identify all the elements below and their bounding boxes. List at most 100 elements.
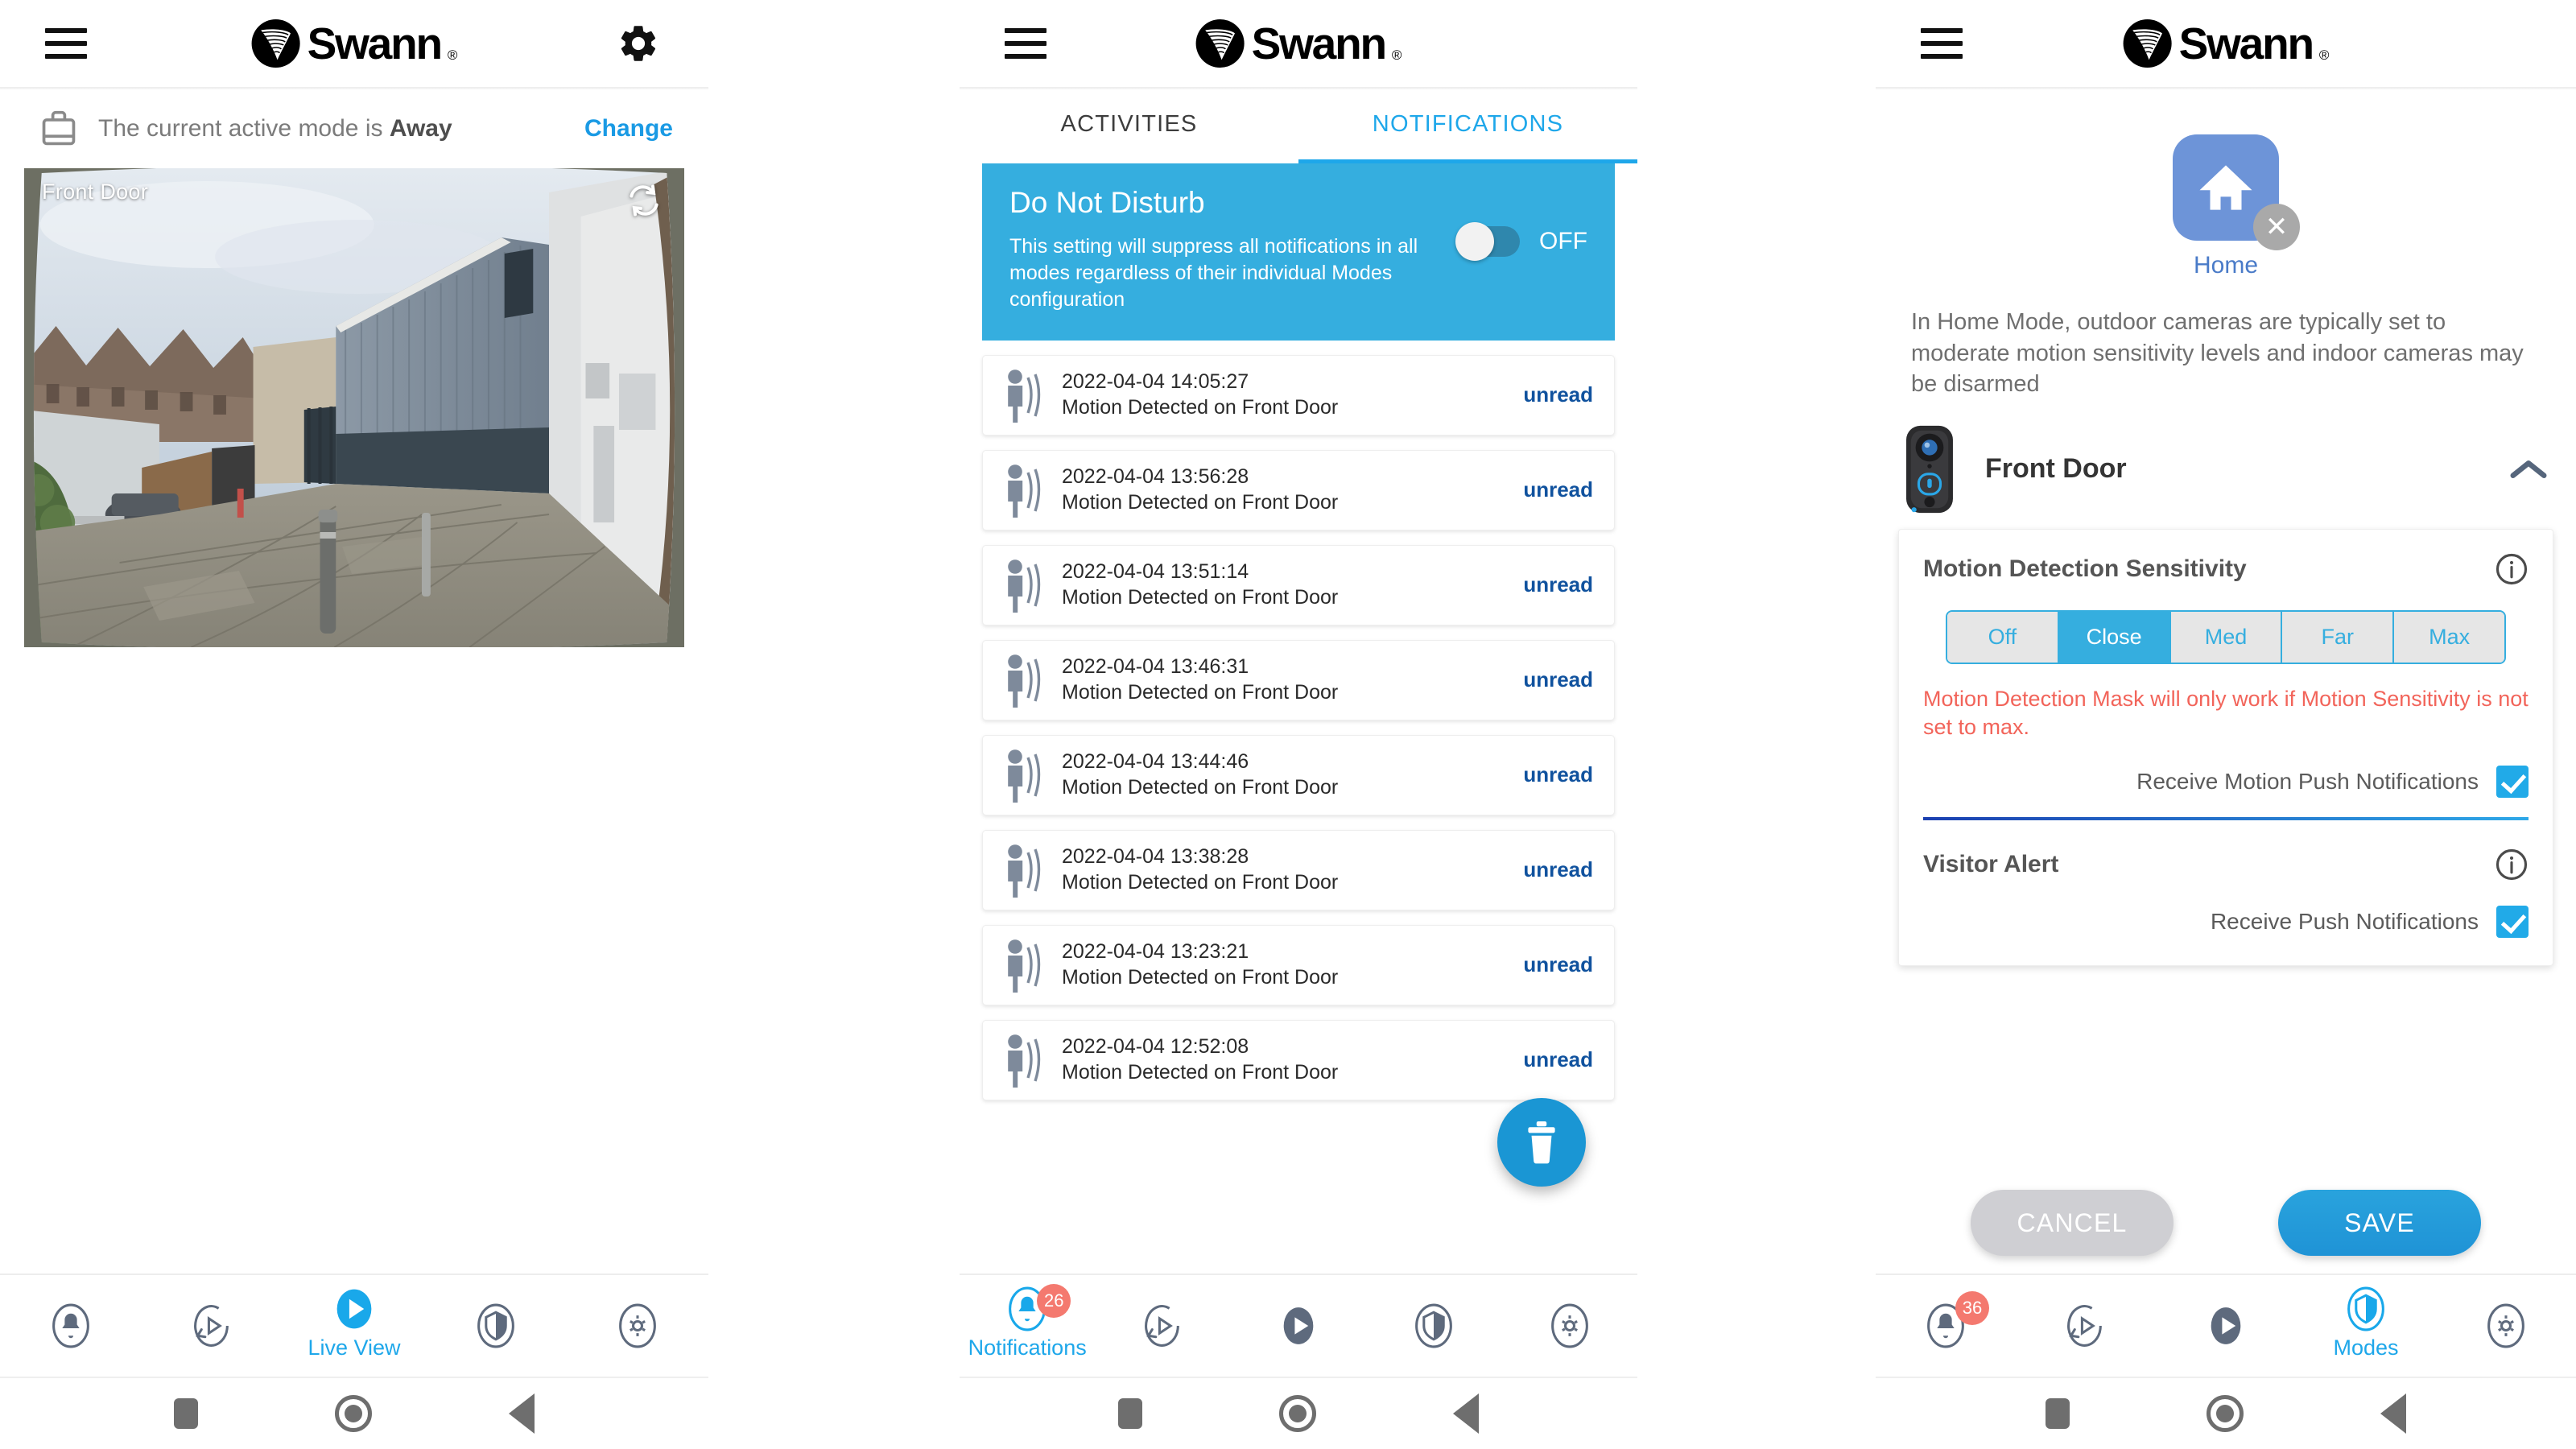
notification-status[interactable]: unread (1523, 572, 1593, 597)
motion-section-header: Motion Detection Sensitivity (1923, 552, 2529, 586)
nav-notifications[interactable] (0, 1275, 142, 1377)
notification-row[interactable]: 2022-04-04 13:56:28 Motion Detected on F… (982, 449, 1615, 530)
motion-person-icon (1008, 749, 1041, 803)
nav-playback[interactable] (2016, 1275, 2156, 1377)
nav-notifications[interactable]: 26 Notifications (960, 1275, 1095, 1377)
motion-push-label: Receive Motion Push Notifications (2136, 768, 2479, 794)
notification-row[interactable]: 2022-04-04 12:52:08 Motion Detected on F… (982, 1019, 1615, 1100)
visitor-push-row[interactable]: Receive Push Notifications (1923, 905, 2529, 938)
notification-status[interactable]: unread (1523, 762, 1593, 787)
phone-screen-notifications: Swann ® ACTIVITIES NOTIFICATIONS Do Not … (960, 0, 1637, 1449)
hamburger-icon[interactable] (1921, 28, 1963, 59)
hamburger-icon[interactable] (45, 28, 87, 59)
motion-push-checkbox[interactable] (2496, 765, 2529, 798)
home-button[interactable] (2207, 1395, 2244, 1432)
device-header[interactable]: Front Door (1876, 400, 2576, 522)
notification-time: 2022-04-04 12:52:08 (1062, 1035, 1249, 1059)
doorbell-camera-icon (1906, 425, 1953, 513)
visitor-section-title: Visitor Alert (1923, 850, 2059, 877)
phone-screen-mode-settings: Swann ® ✕ Home In Home Mode, outdoor cam… (1876, 0, 2576, 1449)
nav-modes[interactable] (1366, 1275, 1501, 1377)
notification-row[interactable]: 2022-04-04 13:44:46 Motion Detected on F… (982, 734, 1615, 815)
notification-text: 2022-04-04 13:51:14 Motion Detected on F… (1062, 559, 1510, 611)
notification-status[interactable]: unread (1523, 667, 1593, 692)
notification-text: 2022-04-04 13:56:28 Motion Detected on F… (1062, 464, 1510, 516)
notification-row[interactable]: 2022-04-04 13:38:28 Motion Detected on F… (982, 829, 1615, 910)
nav-playback[interactable] (142, 1275, 283, 1377)
chevron-up-icon[interactable] (2508, 456, 2549, 482)
nav-modes[interactable] (425, 1275, 567, 1377)
nav-live-view[interactable] (1231, 1275, 1366, 1377)
sensitivity-option-far[interactable]: Far (2282, 611, 2395, 663)
sensitivity-option-max[interactable]: Max (2394, 611, 2504, 663)
home-button[interactable] (1279, 1395, 1316, 1432)
notification-text: 2022-04-04 13:46:31 Motion Detected on F… (1062, 654, 1510, 706)
gear-icon[interactable] (617, 22, 660, 65)
notification-message: Motion Detected on Front Door (1062, 491, 1339, 514)
recents-button[interactable] (174, 1398, 198, 1429)
sensitivity-option-off[interactable]: Off (1947, 611, 2059, 663)
active-mode-text: The current active mode is Away (98, 115, 584, 142)
nav-live-view[interactable] (2156, 1275, 2296, 1377)
nav-settings[interactable] (1502, 1275, 1637, 1377)
notification-text: 2022-04-04 13:23:21 Motion Detected on F… (1062, 939, 1510, 991)
sensitivity-option-med[interactable]: Med (2170, 611, 2283, 663)
gear-icon (2487, 1303, 2524, 1348)
mode-value: Away (389, 115, 452, 142)
nav-playback[interactable] (1095, 1275, 1230, 1377)
nav-settings[interactable] (567, 1275, 708, 1377)
info-icon[interactable] (2495, 848, 2529, 881)
shield-icon (477, 1303, 514, 1348)
recents-button[interactable] (1118, 1398, 1142, 1429)
notification-time: 2022-04-04 13:51:14 (1062, 560, 1249, 584)
swann-logo: Swann ® (1195, 19, 1402, 68)
visitor-push-checkbox[interactable] (2496, 905, 2529, 938)
notification-status[interactable]: unread (1523, 857, 1593, 882)
sensitivity-option-close[interactable]: Close (2058, 611, 2171, 663)
nav-modes-label: Modes (2333, 1335, 2399, 1360)
home-button[interactable] (335, 1395, 372, 1432)
back-button[interactable] (509, 1393, 535, 1434)
back-button[interactable] (2380, 1393, 2406, 1434)
save-button[interactable]: SAVE (2278, 1190, 2481, 1256)
notification-row[interactable]: 2022-04-04 13:23:21 Motion Detected on F… (982, 924, 1615, 1005)
back-button[interactable] (1453, 1393, 1479, 1434)
nav-modes[interactable]: Modes (2296, 1275, 2436, 1377)
brand-wordmark: Swann (2178, 18, 2314, 68)
notification-status[interactable]: unread (1523, 382, 1593, 407)
nav-live-view[interactable]: Live View (283, 1275, 425, 1377)
notification-status[interactable]: unread (1523, 1047, 1593, 1072)
dnd-toggle[interactable] (1455, 222, 1520, 261)
cancel-button[interactable]: CANCEL (1971, 1190, 2174, 1256)
notification-time: 2022-04-04 13:44:46 (1062, 750, 1249, 774)
brand-registered-mark: ® (447, 47, 458, 63)
nav-settings[interactable] (2436, 1275, 2576, 1377)
delete-notifications-button[interactable] (1497, 1098, 1586, 1187)
tab-notifications[interactable]: NOTIFICATIONS (1298, 89, 1637, 163)
x-icon[interactable]: ✕ (2253, 204, 2300, 250)
notification-row[interactable]: 2022-04-04 13:46:31 Motion Detected on F… (982, 639, 1615, 720)
mode-tile-wrapper: ✕ (2173, 134, 2300, 250)
recents-button[interactable] (2046, 1398, 2070, 1429)
notification-badge: 26 (1037, 1283, 1071, 1318)
notification-status[interactable]: unread (1523, 952, 1593, 977)
visitor-section-header: Visitor Alert (1923, 848, 2529, 881)
live-camera-view[interactable]: Front Door (24, 168, 684, 647)
notification-status[interactable]: unread (1523, 477, 1593, 502)
motion-push-row[interactable]: Receive Motion Push Notifications (1923, 765, 2529, 798)
info-icon[interactable] (2495, 552, 2529, 586)
refresh-icon[interactable] (626, 183, 662, 218)
motion-person-icon (1008, 559, 1041, 613)
swann-mark-icon (2123, 19, 2172, 68)
home-icon (2199, 165, 2252, 210)
motion-sensitivity-segmented-control[interactable]: Off Close Med Far Max (1946, 609, 2506, 664)
tab-activities[interactable]: ACTIVITIES (960, 89, 1298, 163)
dnd-description: This setting will suppress all notificat… (1009, 234, 1418, 311)
play-icon (2211, 1307, 2241, 1344)
hamburger-icon[interactable] (1005, 28, 1046, 59)
change-mode-link[interactable]: Change (584, 115, 673, 142)
notification-row[interactable]: 2022-04-04 14:05:27 Motion Detected on F… (982, 354, 1615, 436)
notification-list[interactable]: 2022-04-04 14:05:27 Motion Detected on F… (960, 341, 1637, 1274)
notification-row[interactable]: 2022-04-04 13:51:14 Motion Detected on F… (982, 544, 1615, 625)
nav-notifications[interactable]: 36 (1876, 1275, 2016, 1377)
